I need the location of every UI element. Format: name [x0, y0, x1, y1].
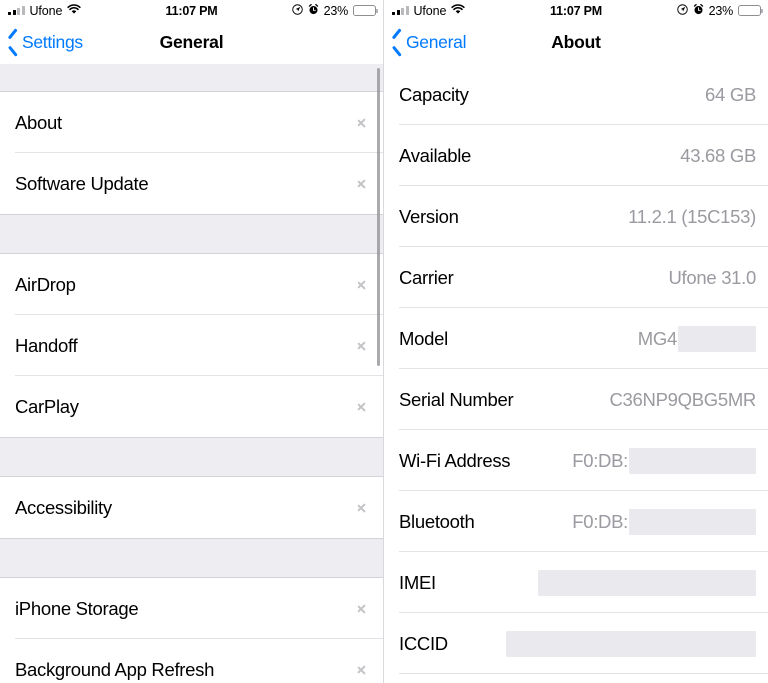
- row-value: C36NP9QBG5MR: [609, 388, 756, 410]
- sidebar-item-iphone-storage[interactable]: iPhone Storage: [0, 578, 383, 639]
- battery-percent: 23%: [323, 3, 349, 18]
- redaction-block: [678, 325, 756, 352]
- sidebar-item-airdrop[interactable]: AirDrop: [0, 254, 383, 315]
- section-gap: [0, 64, 383, 92]
- sidebar-item-carplay[interactable]: CarPlay: [0, 376, 383, 437]
- about-row-imei[interactable]: IMEI: [384, 552, 768, 613]
- sidebar-item-about[interactable]: About: [0, 92, 383, 153]
- sidebar-item-accessibility[interactable]: Accessibility: [0, 477, 383, 538]
- row-label: Model: [399, 327, 448, 349]
- sidebar-item-background-app-refresh[interactable]: Background App Refresh: [0, 639, 383, 683]
- row-label: Software Update: [15, 172, 149, 194]
- sidebar-item-handoff[interactable]: Handoff: [0, 315, 383, 376]
- about-row-available[interactable]: Available 43.68 GB: [384, 125, 768, 186]
- cellular-signal-icon: [392, 6, 409, 15]
- nav-bar-right: General About: [384, 21, 768, 64]
- row-value: [505, 630, 756, 657]
- status-bar-left-group: Ufone: [8, 2, 82, 20]
- chevron-right-icon: [358, 278, 366, 292]
- settings-list-general: About Software Update AirDrop Handoff Ca…: [0, 64, 383, 683]
- sidebar-item-software-update[interactable]: Software Update: [0, 153, 383, 214]
- about-row-serial-number[interactable]: Serial Number C36NP9QBG5MR: [384, 369, 768, 430]
- chevron-right-icon: [358, 501, 366, 515]
- wifi-icon: [67, 2, 82, 20]
- battery-percent: 23%: [708, 3, 734, 18]
- page-title: About: [551, 32, 601, 52]
- row-value: 11.2.1 (15C153): [628, 205, 756, 227]
- chevron-right-icon: [358, 602, 366, 616]
- redaction-block: [629, 508, 756, 535]
- battery-icon: [738, 5, 764, 16]
- chevron-right-icon: [358, 663, 366, 677]
- vertical-scrollbar[interactable]: [377, 68, 380, 366]
- row-label: Capacity: [399, 83, 469, 105]
- row-value: Ufone 31.0: [668, 266, 756, 288]
- chevron-right-icon: [358, 339, 366, 353]
- row-label: Serial Number: [399, 388, 514, 410]
- carrier-name: Ufone: [29, 3, 63, 18]
- section-gap: [0, 437, 383, 477]
- row-label: AirDrop: [15, 273, 76, 295]
- status-bar-left-group: Ufone: [392, 2, 466, 20]
- battery-icon: [353, 5, 379, 16]
- about-list: Capacity 64 GB Available 43.68 GB Versio…: [384, 64, 768, 674]
- row-label: IMEI: [399, 571, 436, 593]
- row-label: Bluetooth: [399, 510, 475, 532]
- redaction-block: [629, 447, 756, 474]
- location-arrow-icon: [291, 2, 303, 20]
- cellular-signal-icon: [8, 6, 25, 15]
- carrier-name: Ufone: [413, 3, 447, 18]
- row-label: Handoff: [15, 334, 78, 356]
- about-row-carrier[interactable]: Carrier Ufone 31.0: [384, 247, 768, 308]
- nav-bar-left: Settings General: [0, 21, 383, 64]
- chevron-right-icon: [358, 177, 366, 191]
- clock-time: 11:07 PM: [165, 3, 218, 18]
- dual-screenshot-container: Ufone 11:07 PM 23% Settings General Abou…: [0, 0, 768, 683]
- redaction-block: [506, 630, 756, 657]
- row-label: Background App Refresh: [15, 658, 215, 680]
- about-row-iccid[interactable]: ICCID: [384, 613, 768, 674]
- about-row-capacity[interactable]: Capacity 64 GB: [384, 64, 768, 125]
- row-label: Wi-Fi Address: [399, 449, 511, 471]
- status-bar-left: Ufone 11:07 PM 23%: [0, 0, 383, 21]
- row-value: [537, 569, 756, 596]
- right-screen-about: Ufone 11:07 PM 23% General About Capacit…: [384, 0, 768, 683]
- about-row-model[interactable]: Model MG4: [384, 308, 768, 369]
- row-separator: [399, 673, 768, 674]
- status-bar-right: Ufone 11:07 PM 23%: [384, 0, 768, 21]
- row-value: MG4: [638, 325, 756, 352]
- status-bar-right-group: 23%: [291, 0, 379, 21]
- left-screen-general: Ufone 11:07 PM 23% Settings General Abou…: [0, 0, 384, 683]
- page-title: General: [159, 32, 224, 52]
- row-value: F0:DB:: [572, 508, 756, 535]
- row-label: iPhone Storage: [15, 597, 139, 619]
- chevron-right-icon: [358, 116, 366, 130]
- status-bar-right-group: 23%: [676, 0, 764, 21]
- row-label: Accessibility: [15, 496, 112, 518]
- wifi-icon: [451, 2, 466, 20]
- location-arrow-icon: [676, 2, 688, 20]
- alarm-clock-icon: [693, 2, 704, 20]
- row-label: Version: [399, 205, 459, 227]
- row-label: ICCID: [399, 632, 448, 654]
- about-row-version[interactable]: Version 11.2.1 (15C153): [384, 186, 768, 247]
- section-gap: [0, 214, 383, 254]
- about-row-bluetooth[interactable]: Bluetooth F0:DB:: [384, 491, 768, 552]
- row-label: About: [15, 111, 62, 133]
- section-gap: [0, 538, 383, 578]
- redaction-block: [538, 569, 756, 596]
- row-value: F0:DB:: [572, 447, 756, 474]
- about-row-wifi-address[interactable]: Wi-Fi Address F0:DB:: [384, 430, 768, 491]
- row-label: CarPlay: [15, 395, 79, 417]
- chevron-right-icon: [358, 400, 366, 414]
- row-value: 64 GB: [705, 83, 756, 105]
- alarm-clock-icon: [308, 2, 319, 20]
- row-label: Available: [399, 144, 472, 166]
- clock-time: 11:07 PM: [550, 3, 602, 18]
- row-value: 43.68 GB: [680, 144, 756, 166]
- row-label: Carrier: [399, 266, 454, 288]
